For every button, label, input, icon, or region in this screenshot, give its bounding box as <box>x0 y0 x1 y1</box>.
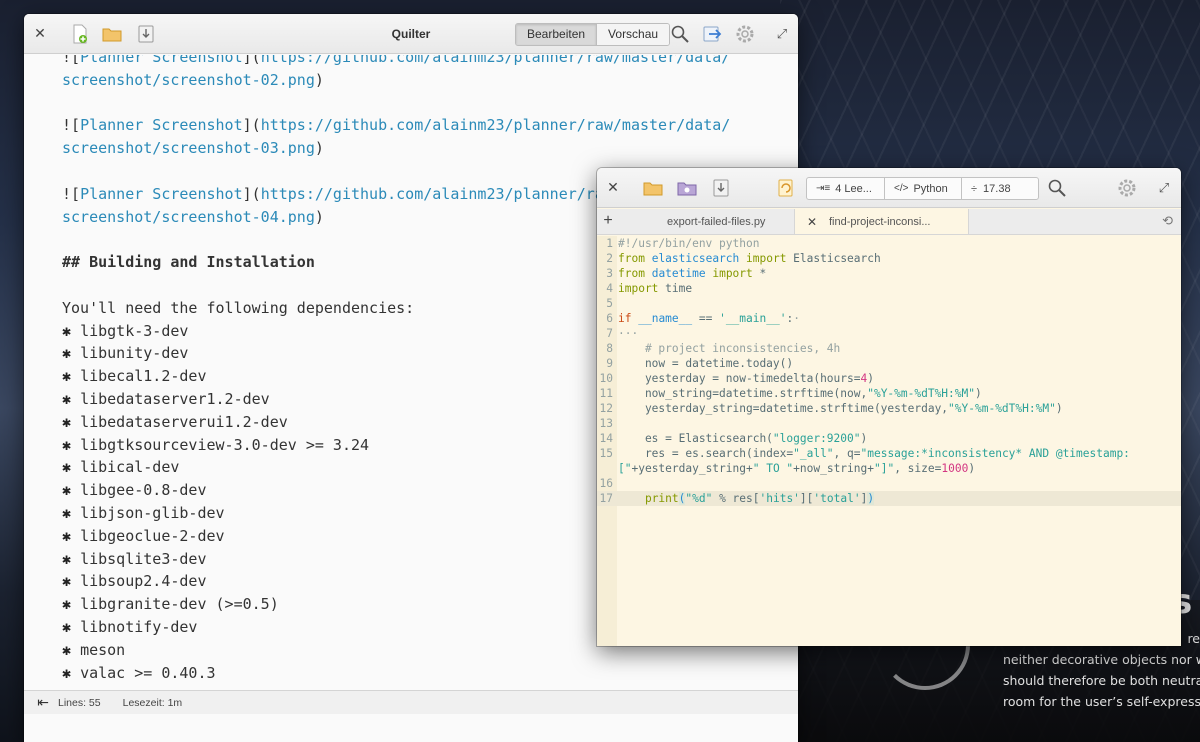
tab-close-icon[interactable]: ✕ <box>807 215 825 229</box>
reading-time: Lesezeit: 1m <box>122 696 183 709</box>
markdown-list-item: ✱ meson <box>62 640 126 659</box>
save-icon[interactable] <box>708 175 734 201</box>
wallpaper-text-line: neither decorative objects nor wo <box>1003 652 1200 667</box>
markdown-list-item: ✱ libgranite-dev (>=0.5) <box>62 595 279 614</box>
markdown-image-link: ![Planner Screenshot](https://github.com… <box>62 55 731 66</box>
markdown-text: You'll need the following dependencies: <box>62 298 415 317</box>
search-icon[interactable] <box>1044 175 1070 201</box>
markdown-image-link: ![Planner Screenshot](https://github.com… <box>62 116 731 135</box>
markdown-heading: ## Building and Installation <box>62 253 315 272</box>
new-document-icon[interactable] <box>67 21 93 47</box>
indent-icon: ⇥≡ <box>816 183 831 194</box>
markdown-list-item: ✱ libsqlite3-dev <box>62 549 207 568</box>
markdown-list-item: ✱ libjson-glib-dev <box>62 504 225 522</box>
code-line: 1 #!/usr/bin/env python <box>606 237 760 250</box>
markdown-image-link: screenshot/screenshot-02.png) <box>62 70 324 89</box>
markdown-list-item: ✱ libical-dev <box>62 458 180 477</box>
edit-mode-button[interactable]: Bearbeiten <box>516 24 597 45</box>
code-titlebar: ✕ ⇥≡ 4 Lee... </> Python ÷ 17.38 ⤢ <box>597 168 1181 208</box>
code-line: 9 now = datetime.today() <box>606 357 794 370</box>
preview-mode-button[interactable]: Vorschau <box>596 24 670 45</box>
code-line: 6 if __name__ == '__main__':· <box>606 312 800 325</box>
gear-icon[interactable] <box>1114 175 1140 201</box>
indent-label: 4 Lee... <box>835 182 872 195</box>
gear-icon[interactable] <box>732 21 758 47</box>
tab-label: find-project-inconsi... <box>829 215 931 228</box>
tab-find-project-inconsistencies[interactable]: ✕ find-project-inconsi... <box>794 209 969 234</box>
code-line: 4 import time <box>606 282 693 295</box>
markdown-list-item: ✱ libedataserverui1.2-dev <box>62 412 288 431</box>
save-icon[interactable] <box>133 21 159 47</box>
new-tab-icon[interactable]: + <box>597 209 619 234</box>
markdown-list-item: ✱ libgtksourceview-3.0-dev >= 3.24 <box>62 435 370 454</box>
language-button[interactable]: </> Python <box>884 178 961 199</box>
document-settings-bar: ⇥≡ 4 Lee... </> Python ÷ 17.38 <box>806 177 1039 200</box>
tab-bar: + export-failed-files.py ✕ find-project-… <box>597 209 1181 235</box>
focus-mode-icon[interactable]: ⇤ <box>28 694 58 711</box>
status-bar: ⇤ Lines: 55 Lesezeit: 1m <box>24 690 798 714</box>
fullscreen-icon[interactable]: ⤢ <box>769 21 795 47</box>
quilter-titlebar: ✕ ⤢ Quilter Bearbeiten Vorschau <box>24 14 798 54</box>
markdown-list-item: ✱ libgeoclue-2-dev <box>62 526 225 545</box>
wallpaper-text-line: should therefore be both neutral <box>1003 673 1200 688</box>
markdown-list-item: ✱ libedataserver1.2-dev <box>62 390 270 408</box>
code-line: 5 <box>606 297 613 310</box>
search-icon[interactable] <box>667 21 693 47</box>
markdown-list-item: ✱ libecal1.2-dev <box>62 367 207 386</box>
goto-line-button[interactable]: ÷ 17.38 <box>961 178 1038 199</box>
code-editor[interactable]: 1 #!/usr/bin/env python 2 from elasticsear… <box>597 236 1181 646</box>
line-count: Lines: 55 <box>58 696 101 709</box>
folder-icon[interactable] <box>640 175 666 201</box>
tab-export-failed-files[interactable]: export-failed-files.py <box>619 209 794 234</box>
cursor-position: 17.38 <box>983 182 1011 195</box>
close-icon[interactable]: ✕ <box>27 21 53 47</box>
code-line: 15 res = es.search(index="_all", q="mess… <box>599 447 1130 460</box>
code-line: 10 yesterday = now-timedelta(hours=4) <box>599 372 874 385</box>
code-line: 14 es = Elasticsearch("logger:9200") <box>599 432 868 445</box>
export-icon[interactable] <box>700 21 726 47</box>
project-folder-icon[interactable] <box>674 175 700 201</box>
folder-icon[interactable] <box>99 21 125 47</box>
code-line: 8 # project inconsistencies, 4h <box>606 342 841 355</box>
history-icon[interactable]: ⟲ <box>1162 213 1173 229</box>
indent-setting-button[interactable]: ⇥≡ 4 Lee... <box>807 178 884 199</box>
code-line: 2 from elasticsearch import Elasticsearch <box>606 252 881 265</box>
wallpaper-text-line: room for the user’s self-expressi <box>1003 694 1200 709</box>
code-line: 7 ··· <box>606 327 639 340</box>
code-line: 11 now_string=datetime.strftime(now,"%Y-… <box>599 387 982 400</box>
code-icon: </> <box>894 183 909 194</box>
tab-label: export-failed-files.py <box>667 215 766 228</box>
code-line: 3 from datetime import * <box>606 267 767 280</box>
language-label: Python <box>913 182 948 195</box>
markdown-list-item: ✱ valac >= 0.40.3 <box>62 663 216 682</box>
code-line: 12 yesterday_string=datetime.strftime(ye… <box>599 402 1063 415</box>
close-icon[interactable]: ✕ <box>600 175 626 201</box>
markdown-image-link: screenshot/screenshot-04.png) <box>62 207 324 226</box>
markdown-list-item: ✱ libgtk-3-dev <box>62 321 189 340</box>
view-mode-switcher: Bearbeiten Vorschau <box>515 23 671 46</box>
goto-line-icon: ÷ <box>971 182 978 195</box>
markdown-list-item: ✱ libunity-dev <box>62 344 189 363</box>
code-line: ["+yesterday_string+" TO "+now_string+"]… <box>618 462 976 475</box>
code-line: 13 <box>599 417 613 430</box>
fullscreen-icon[interactable]: ⤢ <box>1151 175 1177 201</box>
revert-icon[interactable] <box>773 175 799 201</box>
markdown-image-link: screenshot/screenshot-03.png) <box>62 139 324 158</box>
markdown-list-item: ✱ libnotify-dev <box>62 618 198 636</box>
code-window: ✕ ⇥≡ 4 Lee... </> Python ÷ 17.38 ⤢ + export… <box>597 168 1181 646</box>
code-line: 16 <box>599 477 613 490</box>
markdown-list-item: ✱ libsoup2.4-dev <box>62 572 207 591</box>
code-line-current: 17 print("%d" % res['hits']['total']) <box>597 491 1181 506</box>
markdown-list-item: ✱ libgee-0.8-dev <box>62 481 207 500</box>
